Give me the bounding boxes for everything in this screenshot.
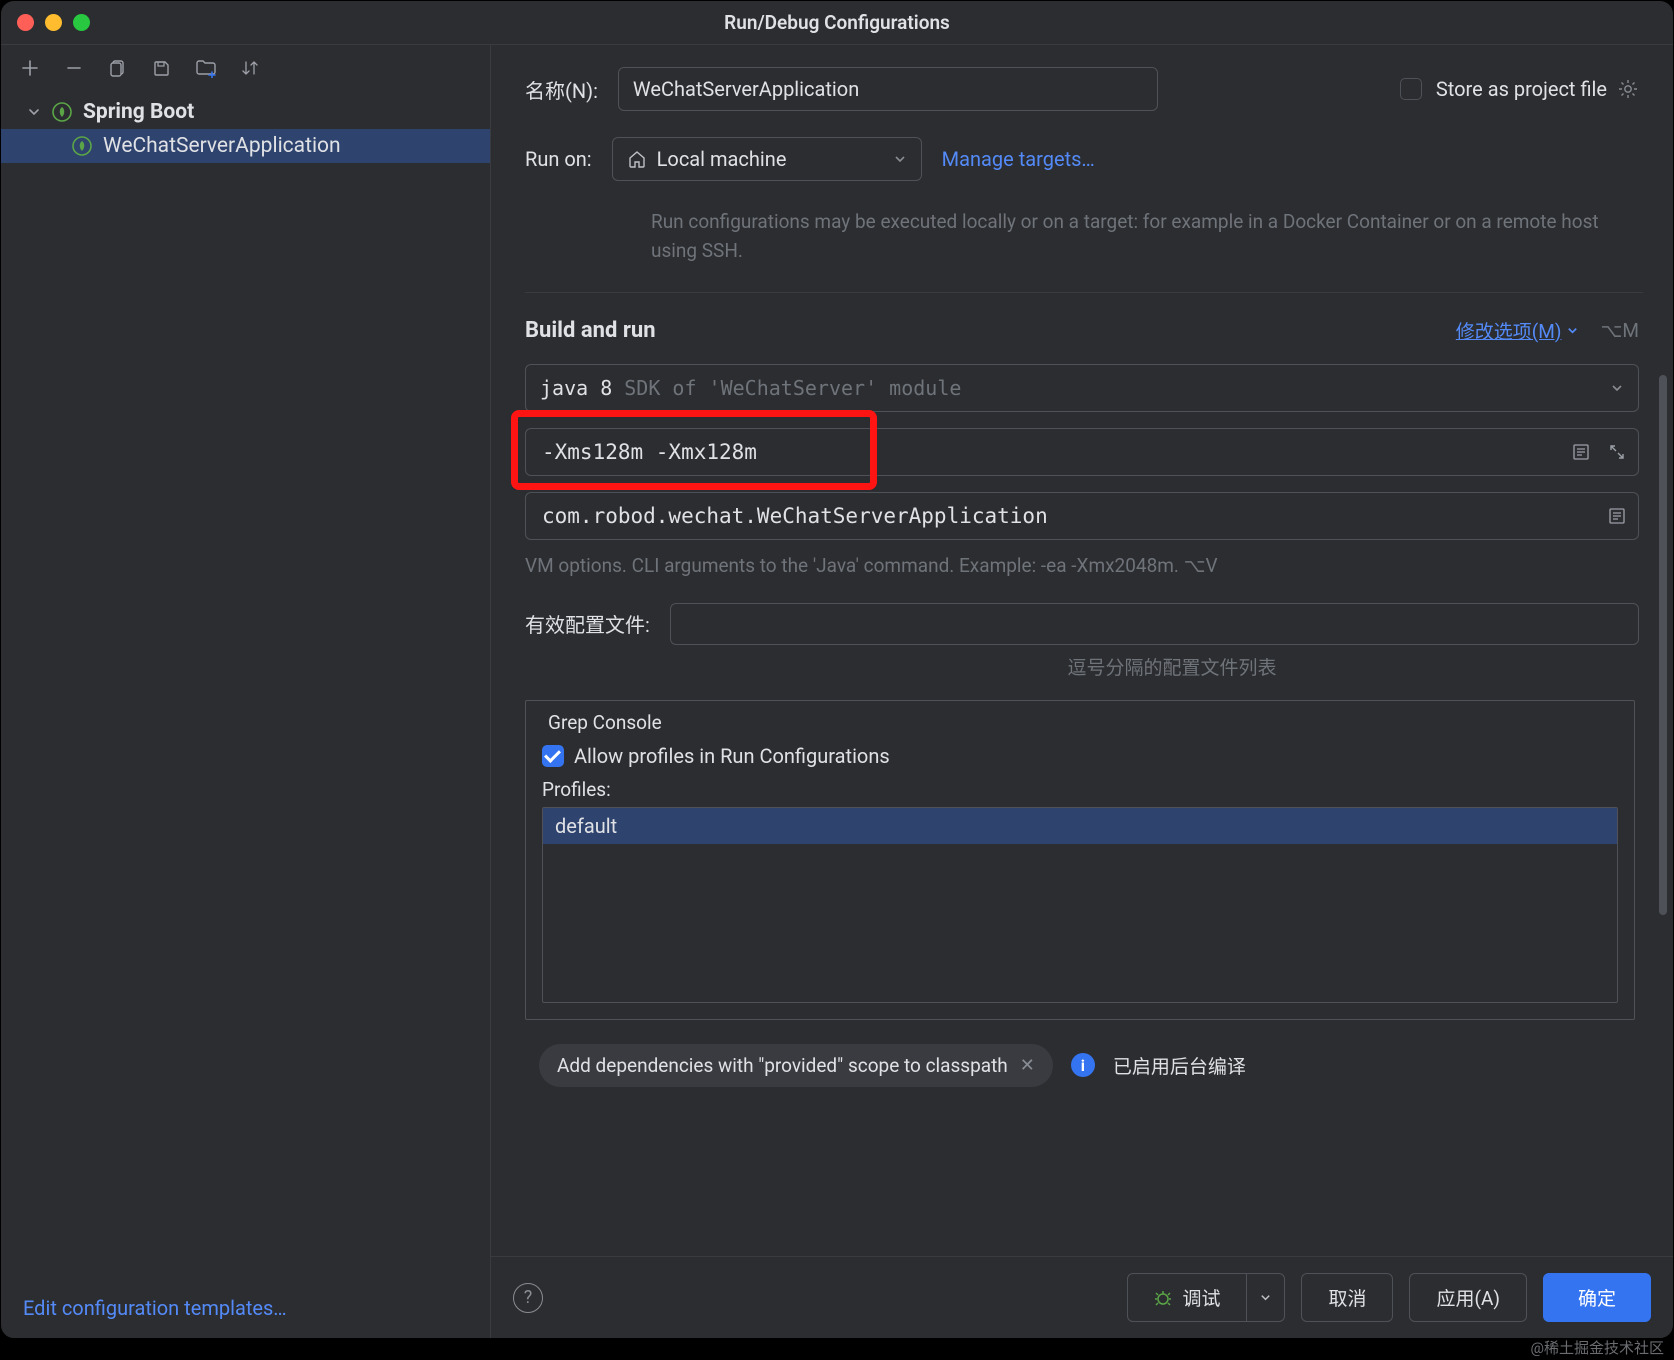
remove-icon[interactable] bbox=[63, 57, 85, 79]
debug-button[interactable]: 调试 bbox=[1127, 1273, 1247, 1322]
profiles-list[interactable]: default bbox=[542, 807, 1618, 1003]
active-profiles-input[interactable] bbox=[670, 603, 1639, 645]
tree-item-wechat[interactable]: WeChatServerApplication bbox=[1, 129, 490, 163]
close-icon[interactable]: ✕ bbox=[1020, 1055, 1035, 1076]
expand-field-icon[interactable] bbox=[1605, 504, 1629, 528]
sdk-value: java 8 bbox=[540, 376, 612, 400]
home-icon bbox=[627, 149, 647, 169]
modify-options-link[interactable]: 修改选项(M) bbox=[1456, 317, 1579, 344]
tree-item-label: WeChatServerApplication bbox=[103, 134, 341, 158]
gear-icon[interactable] bbox=[1617, 78, 1639, 100]
config-tree: Spring Boot WeChatServerApplication bbox=[1, 91, 490, 1278]
cancel-button[interactable]: 取消 bbox=[1301, 1273, 1393, 1322]
build-run-title: Build and run bbox=[525, 318, 656, 343]
debug-split-button[interactable] bbox=[1247, 1273, 1285, 1322]
save-icon[interactable] bbox=[151, 57, 173, 79]
dialog-footer: ? 调试 取消 应用(A) 确定 bbox=[491, 1256, 1673, 1338]
bug-icon bbox=[1154, 1289, 1172, 1307]
active-profiles-label: 有效配置文件: bbox=[525, 609, 650, 638]
spring-boot-icon bbox=[71, 135, 93, 157]
vm-options-input[interactable] bbox=[525, 428, 1639, 476]
expand-field-icon[interactable] bbox=[1569, 440, 1593, 464]
fullscreen-icon[interactable] bbox=[1605, 440, 1629, 464]
window-title: Run/Debug Configurations bbox=[1, 11, 1673, 34]
store-label: Store as project file bbox=[1436, 77, 1607, 101]
ok-button[interactable]: 确定 bbox=[1543, 1273, 1651, 1322]
run-on-label: Run on: bbox=[525, 147, 592, 171]
tree-group-spring-boot[interactable]: Spring Boot bbox=[1, 95, 490, 129]
maximize-window-icon[interactable] bbox=[73, 14, 90, 31]
name-label: 名称(N): bbox=[525, 75, 598, 104]
profile-item[interactable]: default bbox=[543, 808, 1617, 844]
add-icon[interactable] bbox=[19, 57, 41, 79]
copy-icon[interactable] bbox=[107, 57, 129, 79]
grep-legend: Grep Console bbox=[542, 711, 668, 734]
chevron-down-icon bbox=[25, 103, 43, 121]
watermark: @稀土掘金技术社区 bbox=[1531, 1337, 1664, 1358]
sdk-hint: SDK of 'WeChatServer' module bbox=[624, 376, 961, 400]
provided-scope-chip[interactable]: Add dependencies with "provided" scope t… bbox=[539, 1044, 1053, 1087]
close-window-icon[interactable] bbox=[17, 14, 34, 31]
sort-icon[interactable] bbox=[239, 57, 261, 79]
active-profiles-hint: 逗号分隔的配置文件列表 bbox=[705, 653, 1639, 680]
info-text: 已启用后台编译 bbox=[1113, 1052, 1246, 1079]
modify-shortcut: ⌥M bbox=[1601, 319, 1639, 342]
run-on-select[interactable]: Local machine bbox=[612, 137, 922, 181]
titlebar: Run/Debug Configurations bbox=[1, 1, 1673, 45]
chevron-down-icon bbox=[1610, 381, 1624, 395]
minimize-window-icon[interactable] bbox=[45, 14, 62, 31]
main-class-input[interactable] bbox=[525, 492, 1639, 540]
dialog-window: Run/Debug Configurations Spring Boot bbox=[0, 0, 1674, 1339]
help-icon[interactable]: ? bbox=[513, 1283, 543, 1313]
info-icon: i bbox=[1071, 1053, 1095, 1077]
sdk-select[interactable]: java 8 SDK of 'WeChatServer' module bbox=[525, 364, 1639, 412]
chevron-down-icon bbox=[893, 152, 907, 166]
tree-group-label: Spring Boot bbox=[83, 100, 194, 124]
folder-add-icon[interactable] bbox=[195, 57, 217, 79]
store-checkbox[interactable] bbox=[1400, 78, 1422, 100]
allow-profiles-label: Allow profiles in Run Configurations bbox=[574, 744, 890, 768]
run-on-value: Local machine bbox=[657, 147, 787, 171]
chip-label: Add dependencies with "provided" scope t… bbox=[557, 1054, 1008, 1077]
vm-hint: VM options. CLI arguments to the 'Java' … bbox=[525, 554, 1639, 577]
apply-button[interactable]: 应用(A) bbox=[1409, 1273, 1527, 1322]
allow-profiles-checkbox[interactable] bbox=[542, 745, 564, 767]
profiles-list-label: Profiles: bbox=[542, 778, 1618, 801]
run-on-hint: Run configurations may be executed local… bbox=[651, 207, 1639, 266]
sidebar-toolbar bbox=[1, 45, 490, 91]
window-controls bbox=[17, 14, 90, 31]
sidebar: Spring Boot WeChatServerApplication Edit… bbox=[1, 45, 491, 1338]
grep-console-fieldset: Grep Console Allow profiles in Run Confi… bbox=[525, 700, 1635, 1020]
spring-boot-icon bbox=[51, 101, 73, 123]
manage-targets-link[interactable]: Manage targets… bbox=[942, 147, 1095, 171]
name-input[interactable] bbox=[618, 67, 1158, 111]
main-panel: 名称(N): Store as project file Run on: Loc… bbox=[491, 45, 1673, 1338]
edit-templates-link[interactable]: Edit configuration templates… bbox=[23, 1296, 287, 1320]
